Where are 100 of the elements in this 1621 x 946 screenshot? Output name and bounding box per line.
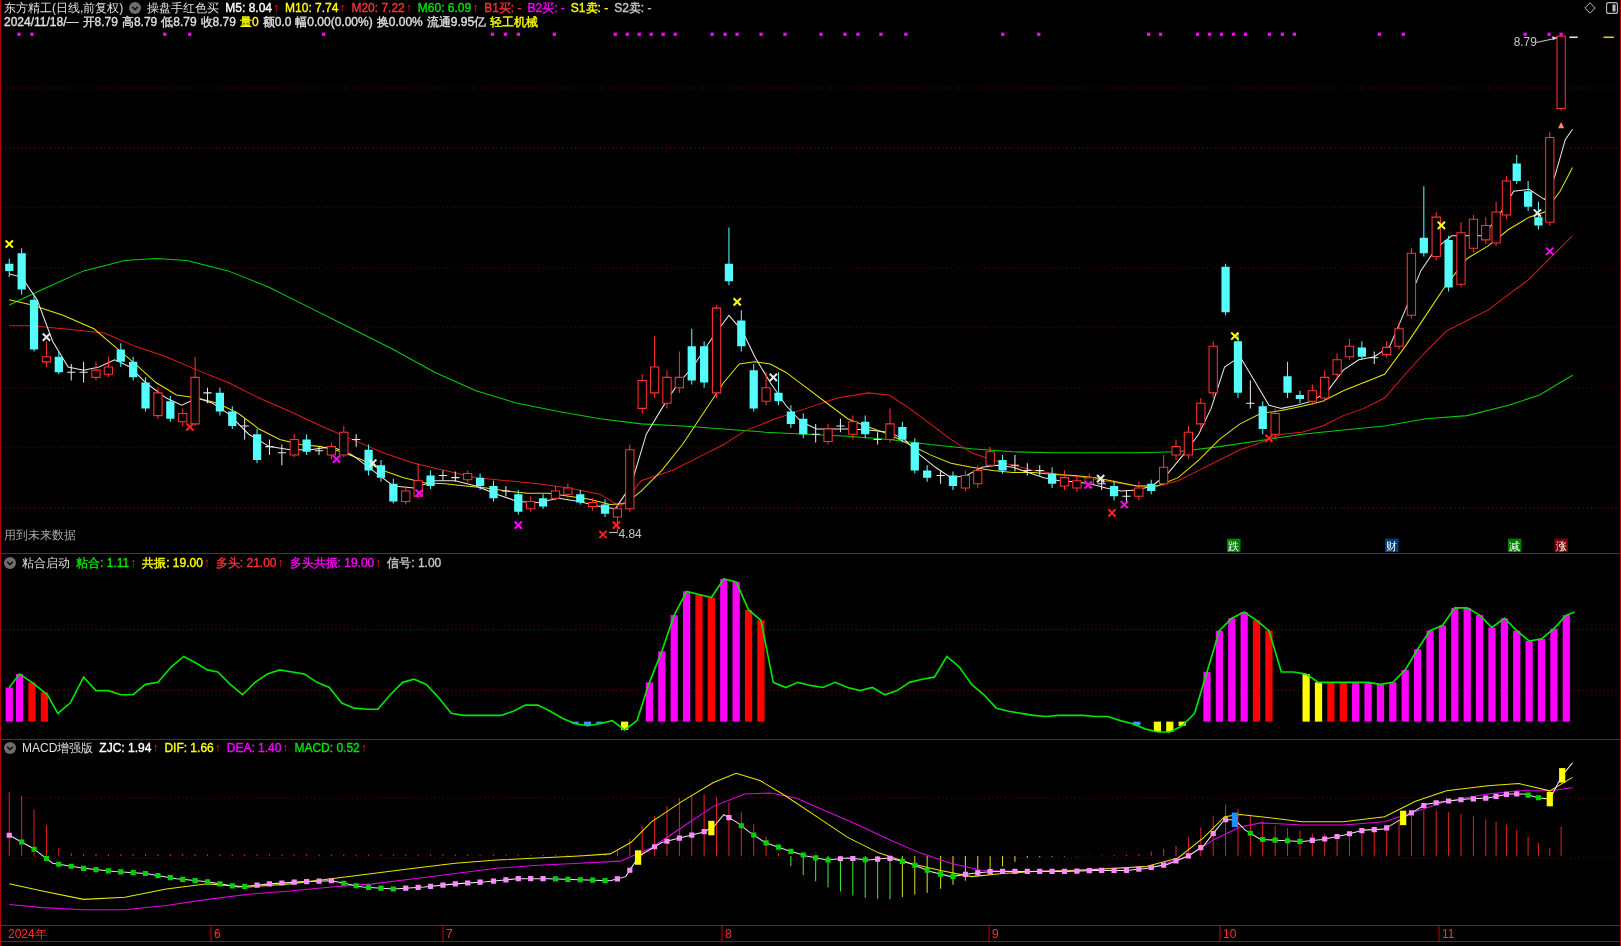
- cross-marker-icon: [4, 239, 14, 249]
- quote-field: 换0.00%: [376, 15, 423, 29]
- quote-field: 额0.0: [262, 15, 292, 29]
- axis-label: 10: [1223, 927, 1237, 941]
- legend-value: B1买: -: [484, 1, 522, 15]
- legend-value: B2买: -: [527, 1, 565, 15]
- axis-label: 2024年: [8, 927, 47, 941]
- indicator-bar: [1178, 721, 1186, 726]
- up-arrow-icon: ↑: [273, 1, 280, 15]
- up-arrow-icon: ↑: [130, 556, 137, 570]
- axis-label: 9: [992, 927, 999, 941]
- chevron-circle-icon[interactable]: [4, 557, 16, 569]
- cross-marker-icon: [1532, 208, 1543, 218]
- legend-value: M60: 6.09: [417, 1, 472, 15]
- indicator-bar: [645, 682, 654, 722]
- quote-field: 流通9.95亿: [426, 15, 487, 29]
- up-arrow-icon: ↑: [203, 556, 210, 570]
- notice-text: 用到未来数据: [4, 527, 77, 542]
- chevron-circle-icon[interactable]: [4, 742, 16, 754]
- indicator-bar: [40, 692, 48, 722]
- legend-value: ZJC: 1.94: [99, 741, 152, 755]
- legend-value: M5: 8.04: [225, 1, 273, 15]
- legend-value: 多头: 21.00: [215, 556, 277, 570]
- up-arrow-icon: ↑: [472, 1, 479, 15]
- cross-marker-icon: [768, 372, 778, 383]
- highlight-marker-icon: [708, 820, 715, 836]
- cross-marker-icon: [732, 297, 742, 307]
- cross-marker-icon: [1119, 499, 1130, 510]
- up-arrow-icon: ↑: [277, 556, 284, 570]
- leader-arrow: [1535, 36, 1559, 43]
- indicator-bar: [1376, 684, 1385, 722]
- quote-field: 收8.79: [200, 15, 236, 29]
- up-arrow-icon: ↑: [339, 1, 346, 15]
- high-price-label: 8.79: [1513, 34, 1537, 49]
- cross-marker-icon: [331, 454, 342, 464]
- indicator-bar: [583, 721, 592, 726]
- indicator-bar: [1364, 682, 1372, 722]
- indicator-name: MACD增强版: [22, 741, 94, 755]
- leader-line: [608, 531, 618, 533]
- legend-value: 信号: 1.00: [387, 556, 442, 570]
- indicator-bar: [1203, 672, 1211, 722]
- indicator-bar: [658, 651, 666, 722]
- cross-marker-icon: [598, 529, 608, 540]
- signal-badge: 减: [1507, 538, 1522, 553]
- cross-marker-icon: [368, 458, 378, 468]
- indicator-bar: [1166, 721, 1174, 732]
- signal-badge: 财: [1385, 538, 1399, 553]
- chart-title: 东方精工(日线,前复权): [4, 1, 124, 15]
- indicator-bar: [596, 721, 604, 724]
- cross-marker-icon: [185, 422, 195, 432]
- indicator-bar: [5, 687, 13, 722]
- quote-field: 低8.79: [161, 15, 197, 29]
- quote-field: 2024/11/18/—: [4, 15, 79, 29]
- indicator-bar: [1153, 721, 1162, 732]
- cross-marker-icon: [611, 520, 622, 530]
- cross-marker-icon: [414, 488, 424, 498]
- quote-field: 量0: [239, 15, 259, 29]
- up-arrow-icon: ↑: [375, 556, 382, 570]
- quote-field: 幅0.00(0.00%): [295, 15, 373, 29]
- indicator-name: 粘合启动: [22, 556, 70, 570]
- indicator-bar: [1314, 682, 1323, 722]
- cross-marker-icon: [1545, 246, 1555, 256]
- cross-marker-icon: [1083, 480, 1093, 490]
- legend-value: 粘合: 1.11: [76, 556, 130, 570]
- triangle-marker-icon: [1558, 122, 1565, 129]
- indicator-bar: [1401, 669, 1409, 722]
- diamond-icon[interactable]: [1584, 2, 1596, 14]
- indicator-bar: [15, 674, 24, 722]
- quote-field: 开8.79: [82, 15, 118, 29]
- highlight-marker-icon: [1559, 768, 1566, 783]
- legend-value: MACD: 0.52: [294, 741, 360, 755]
- cross-marker-icon: [1436, 220, 1447, 231]
- indicator-bar: [1352, 682, 1360, 722]
- signal-badge: 涨: [1554, 538, 1568, 553]
- indicator-bar: [1302, 674, 1310, 722]
- axis-label: 7: [446, 927, 453, 941]
- indicator-bar: [1339, 682, 1347, 722]
- up-arrow-icon: ↑: [214, 741, 221, 755]
- panel-toggle-icon[interactable]: [1606, 2, 1618, 14]
- axis-label: 8: [725, 927, 732, 941]
- indicator-name: 操盘手红色买: [147, 1, 220, 15]
- low-price-label: 4.84: [618, 526, 642, 541]
- legend-value: DIF: 1.66: [164, 741, 214, 755]
- cross-marker-icon: [1264, 433, 1274, 443]
- legend-value: M20: 7.22: [351, 1, 405, 15]
- highlight-marker-icon: [1400, 810, 1407, 826]
- quote-field: 高8.79: [121, 15, 158, 29]
- highlight-marker-icon: [1546, 791, 1553, 807]
- up-arrow-icon: ↑: [282, 741, 289, 755]
- indicator-bar: [621, 721, 629, 730]
- indicator-bar: [1327, 682, 1335, 722]
- indicator-bar: [1133, 721, 1141, 726]
- legend-value: S2卖: -: [614, 1, 652, 15]
- legend-value: 共振: 19.00: [142, 556, 203, 570]
- highlight-marker-icon: [1231, 812, 1238, 827]
- quote-field: 轻工机械: [490, 15, 539, 29]
- cross-marker-icon: [513, 520, 523, 530]
- chevron-circle-icon[interactable]: [129, 2, 142, 14]
- cross-marker-icon: [1230, 331, 1240, 341]
- legend-value: M10: 7.74: [285, 1, 339, 15]
